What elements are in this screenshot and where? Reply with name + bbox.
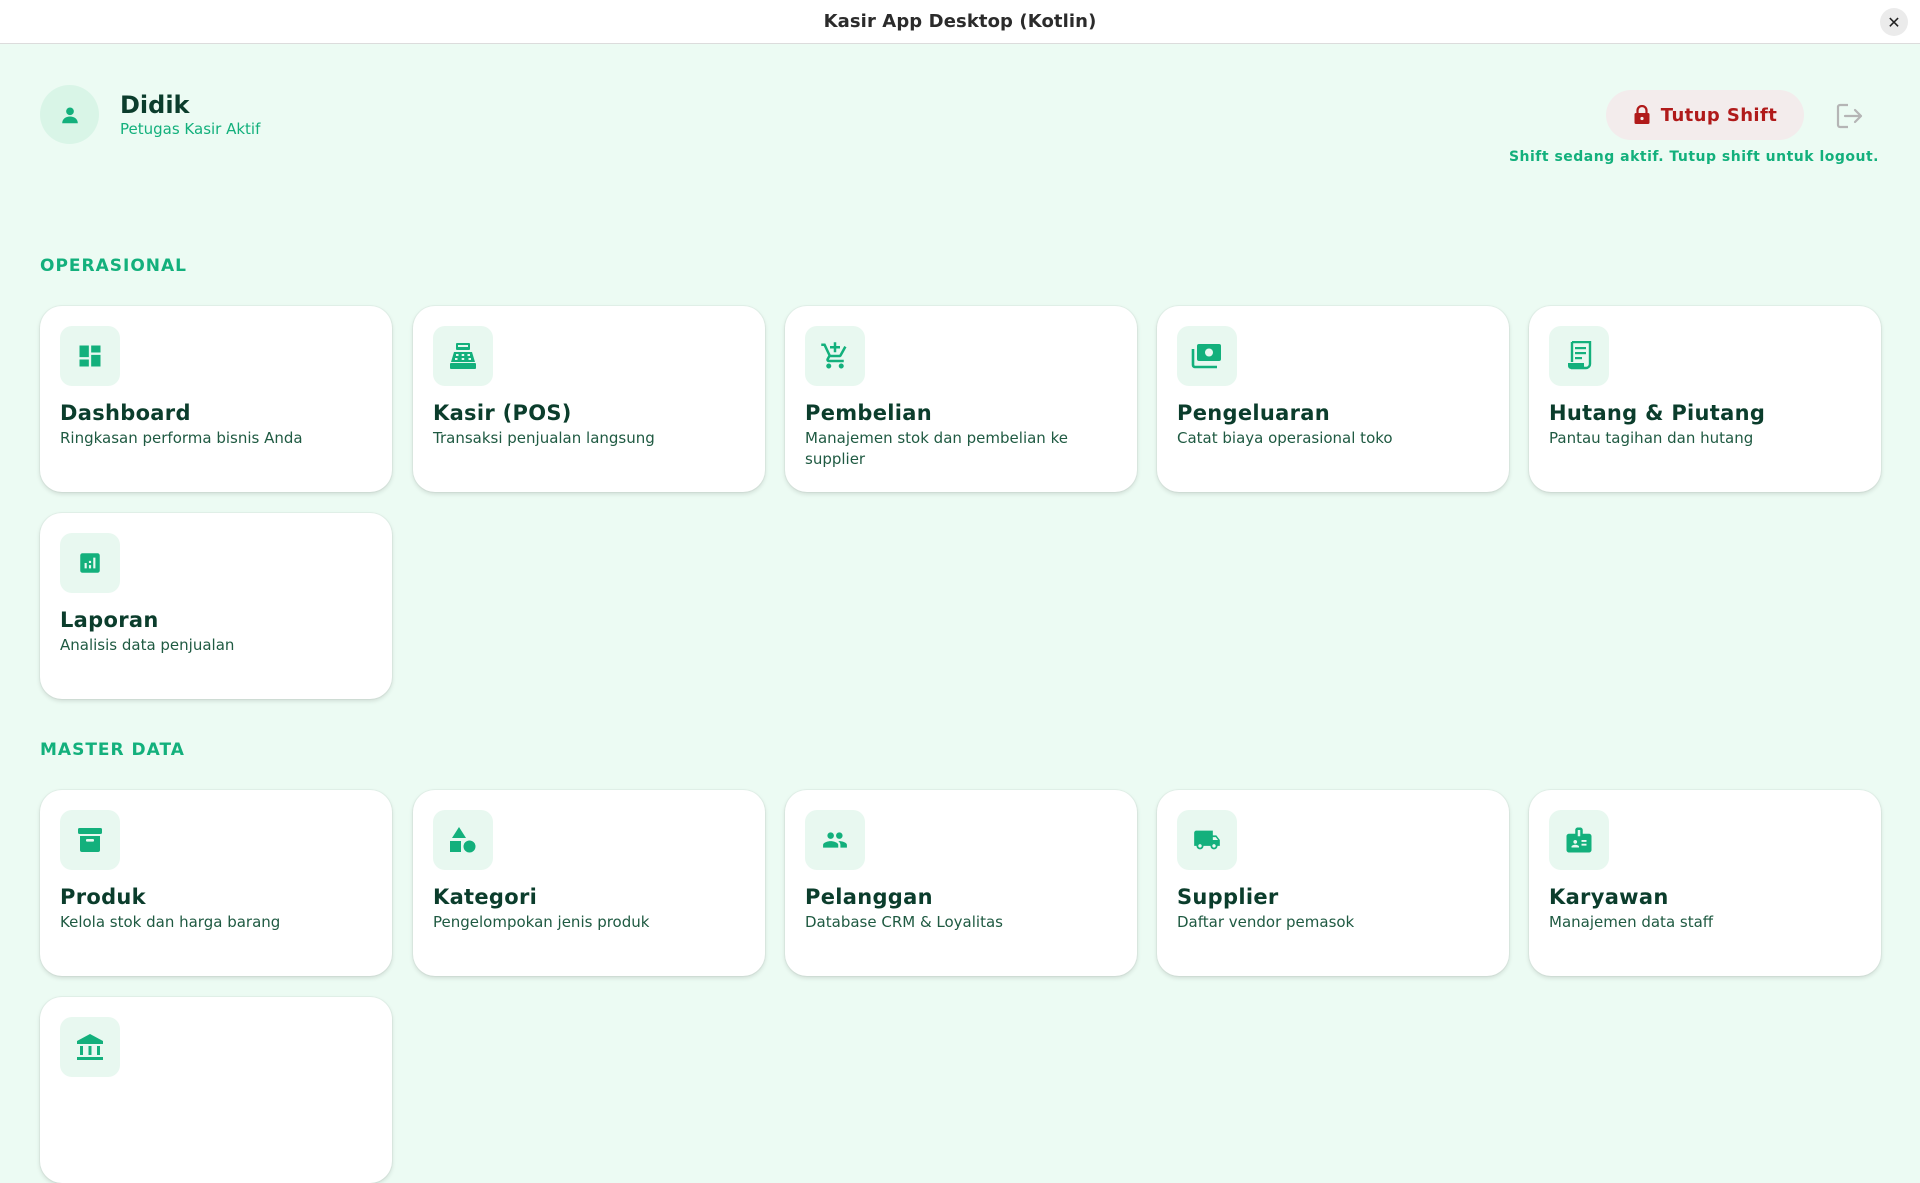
card-hutang-piutang[interactable]: Hutang & Piutang Pantau tagihan dan huta… [1529, 306, 1881, 492]
badge-icon [1564, 825, 1594, 855]
section-title-master-data: MASTER DATA [40, 740, 185, 760]
card-icon-box [805, 810, 865, 870]
user-header: Didik Petugas Kasir Aktif [40, 85, 260, 144]
card-title: Pelanggan [805, 885, 933, 909]
lock-icon [1633, 105, 1651, 125]
card-description: Daftar vendor pemasok [1177, 913, 1355, 931]
card-kasir-pos[interactable]: Kasir (POS) Transaksi penjualan langsung [413, 306, 765, 492]
card-icon-box [433, 326, 493, 386]
card-icon-box [60, 1017, 120, 1077]
card-title: Karyawan [1549, 885, 1669, 909]
card-supplier[interactable]: Supplier Daftar vendor pemasok [1157, 790, 1509, 976]
card-description: Ringkasan performa bisnis Anda [60, 429, 303, 447]
card-title: Dashboard [60, 401, 191, 425]
people-icon [819, 827, 851, 853]
card-laporan[interactable]: Laporan Analisis data penjualan [40, 513, 392, 699]
logout-button[interactable] [1830, 96, 1870, 136]
card-description: Pantau tagihan dan hutang [1549, 429, 1754, 447]
card-title: Kategori [433, 885, 538, 909]
card-icon-box [1549, 810, 1609, 870]
person-icon [59, 104, 81, 126]
card-icon-box [433, 810, 493, 870]
category-shapes-icon [448, 825, 478, 855]
logout-icon [1836, 103, 1864, 129]
user-role: Petugas Kasir Aktif [120, 119, 261, 138]
card-title: Supplier [1177, 885, 1279, 909]
avatar [40, 85, 99, 144]
card-description: Manajemen stok dan pembelian ke supplier [805, 429, 1068, 468]
user-name: Didik [120, 90, 190, 119]
window-title: Kasir App Desktop (Kotlin) [823, 11, 1097, 32]
card-title: Hutang & Piutang [1549, 401, 1766, 425]
card-description: Pengelompokan jenis produk [433, 913, 650, 931]
card-title: Laporan [60, 608, 159, 632]
card-title: Pembelian [805, 401, 933, 425]
card-description: Transaksi penjualan langsung [433, 429, 655, 447]
card-pengeluaran[interactable]: Pengeluaran Catat biaya operasional toko [1157, 306, 1509, 492]
receipt-icon [1566, 341, 1592, 371]
card-partial[interactable] [40, 997, 392, 1183]
card-pelanggan[interactable]: Pelanggan Database CRM & Loyalitas [785, 790, 1137, 976]
cash-register-icon [448, 342, 478, 370]
main-content: Didik Petugas Kasir Aktif Tutup Shift Sh… [0, 45, 1920, 1183]
card-icon-box [60, 533, 120, 593]
add-cart-icon [820, 341, 850, 371]
shift-status-note: Shift sedang aktif. Tutup shift untuk lo… [1508, 149, 1879, 165]
close-shift-button[interactable]: Tutup Shift [1606, 90, 1804, 140]
card-pembelian[interactable]: Pembelian Manajemen stok dan pembelian k… [785, 306, 1137, 492]
card-dashboard[interactable]: Dashboard Ringkasan performa bisnis Anda [40, 306, 392, 492]
window-titlebar: Kasir App Desktop (Kotlin) ✕ [0, 0, 1920, 44]
money-icon [1191, 342, 1223, 370]
card-icon-box [1549, 326, 1609, 386]
section-title-operasional: OPERASIONAL [40, 256, 188, 276]
close-shift-label: Tutup Shift [1660, 104, 1778, 126]
card-description: Kelola stok dan harga barang [60, 913, 281, 931]
card-description: Database CRM & Loyalitas [805, 913, 1003, 931]
card-karyawan[interactable]: Karyawan Manajemen data staff [1529, 790, 1881, 976]
dashboard-icon [76, 342, 104, 370]
card-kategori[interactable]: Kategori Pengelompokan jenis produk [413, 790, 765, 976]
card-icon-box [60, 326, 120, 386]
archive-box-icon [76, 826, 104, 854]
card-title: Pengeluaran [1177, 401, 1330, 425]
card-description: Catat biaya operasional toko [1177, 429, 1393, 447]
close-icon: ✕ [1887, 12, 1901, 32]
bar-chart-icon [77, 550, 103, 576]
window-close-button[interactable]: ✕ [1880, 8, 1908, 36]
truck-icon [1191, 826, 1223, 854]
card-icon-box [60, 810, 120, 870]
card-icon-box [805, 326, 865, 386]
card-description: Manajemen data staff [1549, 913, 1714, 931]
card-description: Analisis data penjualan [60, 636, 235, 654]
card-icon-box [1177, 810, 1237, 870]
card-produk[interactable]: Produk Kelola stok dan harga barang [40, 790, 392, 976]
card-title: Produk [60, 885, 146, 909]
card-icon-box [1177, 326, 1237, 386]
card-title: Kasir (POS) [433, 401, 572, 425]
